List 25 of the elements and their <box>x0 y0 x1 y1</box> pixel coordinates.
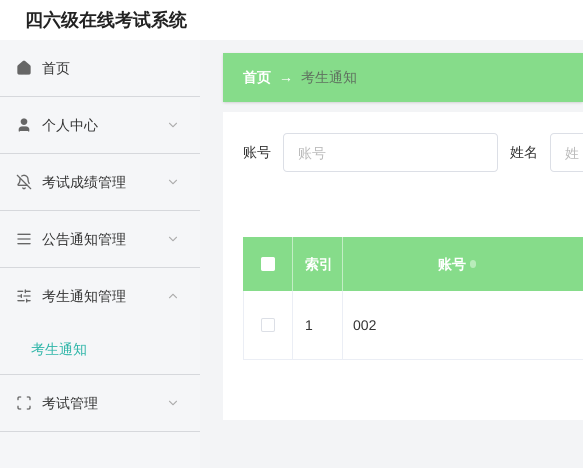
frame-icon <box>16 395 32 411</box>
home-icon <box>16 60 32 76</box>
input-field[interactable]: 账号 <box>283 133 498 172</box>
sliders-icon <box>16 288 32 304</box>
sidebar-item[interactable]: 首页 <box>0 40 200 96</box>
column-header: 索引 <box>305 254 333 274</box>
lines-icon <box>16 231 32 247</box>
sidebar-item[interactable]: 考试管理 <box>0 375 200 431</box>
table-cell-text: 1 <box>305 316 313 334</box>
row-checkbox[interactable] <box>261 318 275 332</box>
breadcrumb-current: 考生通知 <box>301 68 357 87</box>
field-label: 姓名 <box>510 143 538 162</box>
sidebar-item[interactable]: 考生通知管理 <box>0 268 200 324</box>
app-title: 四六级在线考试系统 <box>25 8 187 32</box>
table-cell-text: 002 <box>353 316 376 334</box>
field-label: 账号 <box>243 143 271 162</box>
select-all-checkbox[interactable] <box>260 257 274 271</box>
sidebar-item[interactable]: 个人中心 <box>0 97 200 153</box>
breadcrumb-separator: → <box>279 68 293 87</box>
user-icon <box>16 117 32 133</box>
sidebar-item[interactable]: 公告通知管理 <box>0 211 200 267</box>
sidebar-item[interactable]: 考试成绩管理 <box>0 154 200 210</box>
input-field[interactable]: 姓 <box>550 133 583 172</box>
bell-off-icon <box>16 174 32 190</box>
sort-icon[interactable] <box>470 260 476 268</box>
